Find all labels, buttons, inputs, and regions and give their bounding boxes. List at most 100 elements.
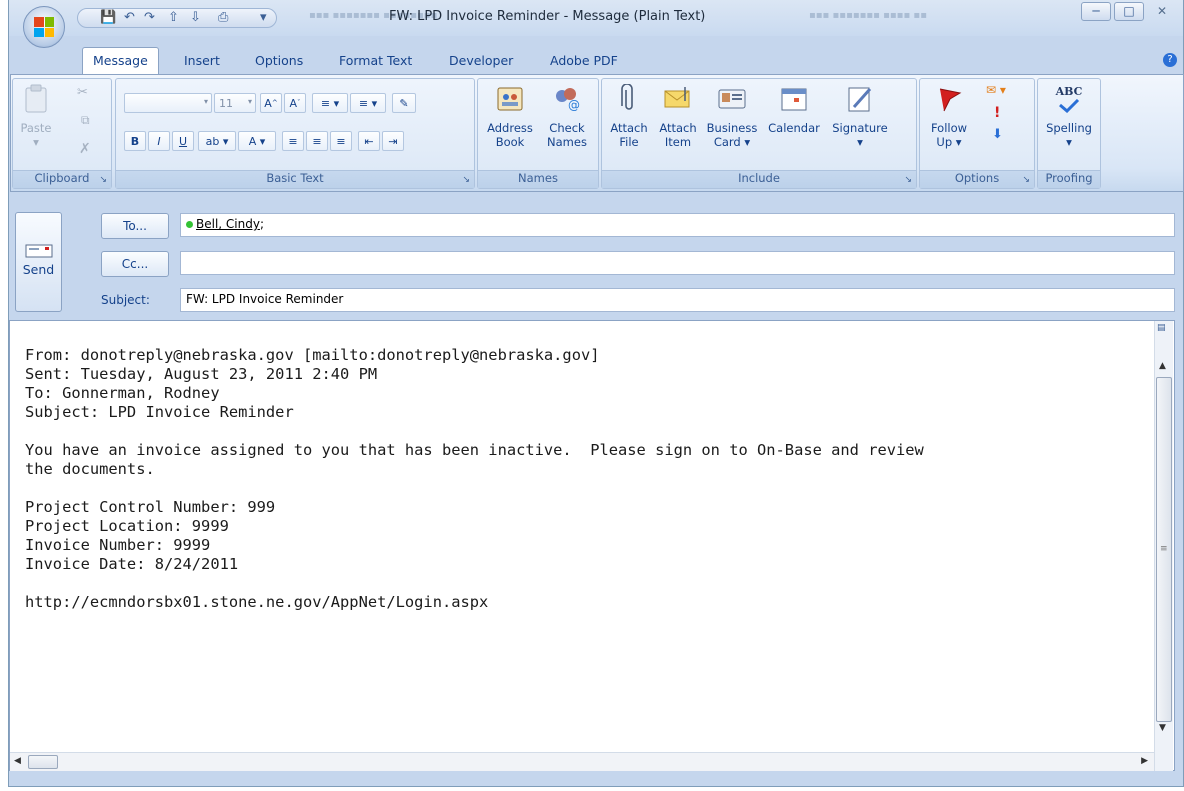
dialog-launcher-icon[interactable]: ↘: [99, 175, 107, 185]
body-line: Sent: Tuesday, August 23, 2011 2:40 PM: [25, 365, 378, 383]
body-line: http://ecmndorsbx01.stone.ne.gov/AppNet/…: [25, 593, 489, 611]
tab-format-text[interactable]: Format Text: [329, 50, 422, 71]
quick-access-toolbar: 💾 ↶ ↷ ⇧ ⇩ ⎙ ▾: [77, 8, 277, 28]
subject-field[interactable]: FW: LPD Invoice Reminder: [180, 288, 1175, 312]
format-painter-icon[interactable]: ✗: [79, 141, 91, 157]
tab-developer[interactable]: Developer: [439, 50, 523, 71]
basic-text-group: ▾ 11 ▾ A ^ Aˇ ≡ ▾ ≡ ▾ ✎ B I U ab ▾ A ▾ ≡ ≡…: [115, 78, 475, 189]
cc-button[interactable]: Cc...: [101, 251, 169, 277]
business-card-icon: [716, 83, 748, 115]
business-card-button[interactable]: Business Card ▾: [704, 83, 760, 149]
categorize-icon[interactable]: ✉ ▾: [986, 83, 1006, 97]
to-button[interactable]: To...: [101, 213, 169, 239]
office-button[interactable]: [23, 6, 65, 48]
scroll-up-icon[interactable]: ▲: [1159, 361, 1166, 371]
envelope-icon: [662, 83, 694, 115]
decrease-indent-icon[interactable]: ⇤: [358, 131, 380, 151]
signature-button[interactable]: Signature ▾: [828, 83, 892, 149]
font-size-box[interactable]: 11 ▾: [214, 93, 256, 113]
subject-label: Subject:: [101, 293, 150, 307]
address-book-button[interactable]: Address Book: [482, 83, 538, 149]
redo-icon[interactable]: ↷: [144, 10, 155, 25]
to-recipient[interactable]: Bell, Cindy: [196, 217, 260, 231]
check-names-button[interactable]: @ Check Names: [540, 83, 594, 149]
font-name-box[interactable]: ▾: [124, 93, 212, 113]
send-button[interactable]: Send: [15, 212, 62, 312]
presence-status-icon: [186, 221, 193, 228]
chevron-down-icon: ▾: [203, 97, 208, 106]
body-line: Project Location: 9999: [25, 517, 229, 535]
names-group-label: Names: [478, 170, 598, 188]
scroll-down-icon[interactable]: ▼: [1159, 723, 1166, 733]
include-group-label: Include ↘: [602, 170, 916, 188]
body-line: [25, 479, 924, 498]
high-importance-icon[interactable]: !: [994, 105, 1000, 121]
paperclip-icon: [613, 83, 645, 115]
message-body-text: From: donotreply@nebraska.gov [mailto:do…: [25, 346, 924, 612]
attach-item-button[interactable]: Attach Item: [656, 83, 700, 149]
tab-adobe-pdf[interactable]: Adobe PDF: [540, 50, 628, 71]
font-color-icon[interactable]: A ▾: [238, 131, 276, 151]
scroll-right-icon[interactable]: ▶: [1141, 756, 1148, 766]
customize-qat-icon[interactable]: ▾: [260, 10, 267, 25]
dialog-launcher-icon[interactable]: ↘: [904, 175, 912, 185]
send-label: Send: [22, 262, 55, 277]
maximize-icon[interactable]: □: [1114, 2, 1144, 21]
spelling-check-icon: ABC: [1053, 83, 1085, 115]
underline-icon[interactable]: U: [172, 131, 194, 151]
bullets-icon[interactable]: ≡ ▾: [312, 93, 348, 113]
grow-font-icon[interactable]: A ^: [260, 93, 282, 113]
font-size-value: 11: [219, 97, 233, 110]
to-field[interactable]: Bell, Cindy;: [180, 213, 1175, 237]
up-arrow-icon[interactable]: ⇧: [168, 10, 179, 25]
help-icon[interactable]: ?: [1163, 53, 1177, 67]
paste-icon: [20, 83, 52, 115]
scroll-left-icon[interactable]: ◀: [14, 756, 21, 766]
cc-field[interactable]: [180, 251, 1175, 275]
print-icon[interactable]: ⎙: [218, 10, 228, 25]
horizontal-scroll-thumb[interactable]: [28, 755, 58, 769]
shrink-font-icon[interactable]: Aˇ: [284, 93, 306, 113]
ribbon-tabs: Message Insert Options Format Text Devel…: [9, 46, 1183, 74]
calendar-icon: [778, 83, 810, 115]
paste-dropdown-icon: ▾: [33, 135, 39, 149]
check-names-icon: @: [551, 83, 583, 115]
follow-up-button[interactable]: Follow Up ▾: [926, 83, 972, 149]
copy-icon[interactable]: ⧉: [81, 113, 90, 128]
increase-indent-icon[interactable]: ⇥: [382, 131, 404, 151]
highlight-icon[interactable]: ab ▾: [198, 131, 236, 151]
dialog-launcher-icon[interactable]: ↘: [462, 175, 470, 185]
tab-insert[interactable]: Insert: [174, 50, 230, 71]
signature-icon: [844, 83, 876, 115]
vertical-scroll-thumb[interactable]: ≡: [1156, 377, 1172, 722]
body-line: You have an invoice assigned to you that…: [25, 441, 924, 459]
numbering-icon[interactable]: ≡ ▾: [350, 93, 386, 113]
tab-message[interactable]: Message: [82, 47, 159, 74]
proofing-group: ABC Spelling ▾ Proofing: [1037, 78, 1101, 189]
low-importance-icon[interactable]: ⬇: [992, 127, 1003, 142]
address-book-icon: [494, 83, 526, 115]
align-right-icon[interactable]: ≡: [330, 131, 352, 151]
minimize-icon[interactable]: ─: [1081, 2, 1111, 21]
save-icon[interactable]: 💾: [100, 10, 116, 25]
dialog-launcher-icon[interactable]: ↘: [1022, 175, 1030, 185]
clear-formatting-icon[interactable]: ✎: [392, 93, 416, 113]
spelling-button[interactable]: ABC Spelling ▾: [1042, 83, 1096, 149]
names-group: Address Book @ Check Names Names: [477, 78, 599, 189]
split-view-icon[interactable]: ▤: [1157, 323, 1166, 333]
close-icon[interactable]: ✕: [1147, 2, 1177, 21]
horizontal-scrollbar[interactable]: ◀ ▶: [10, 752, 1154, 771]
paste-button[interactable]: Paste ▾: [17, 83, 55, 149]
vertical-scrollbar[interactable]: ▤ ▲ ≡ ▼: [1154, 321, 1173, 771]
undo-icon[interactable]: ↶: [124, 10, 135, 25]
cut-icon[interactable]: ✂: [77, 85, 88, 100]
down-arrow-icon[interactable]: ⇩: [190, 10, 201, 25]
bold-icon[interactable]: B: [124, 131, 146, 151]
calendar-button[interactable]: Calendar: [762, 83, 826, 149]
italic-icon[interactable]: I: [148, 131, 170, 151]
attach-file-button[interactable]: Attach File: [606, 83, 652, 149]
tab-options[interactable]: Options: [245, 50, 313, 71]
align-center-icon[interactable]: ≡: [306, 131, 328, 151]
align-left-icon[interactable]: ≡: [282, 131, 304, 151]
body-line: To: Gonnerman, Rodney: [25, 384, 220, 402]
